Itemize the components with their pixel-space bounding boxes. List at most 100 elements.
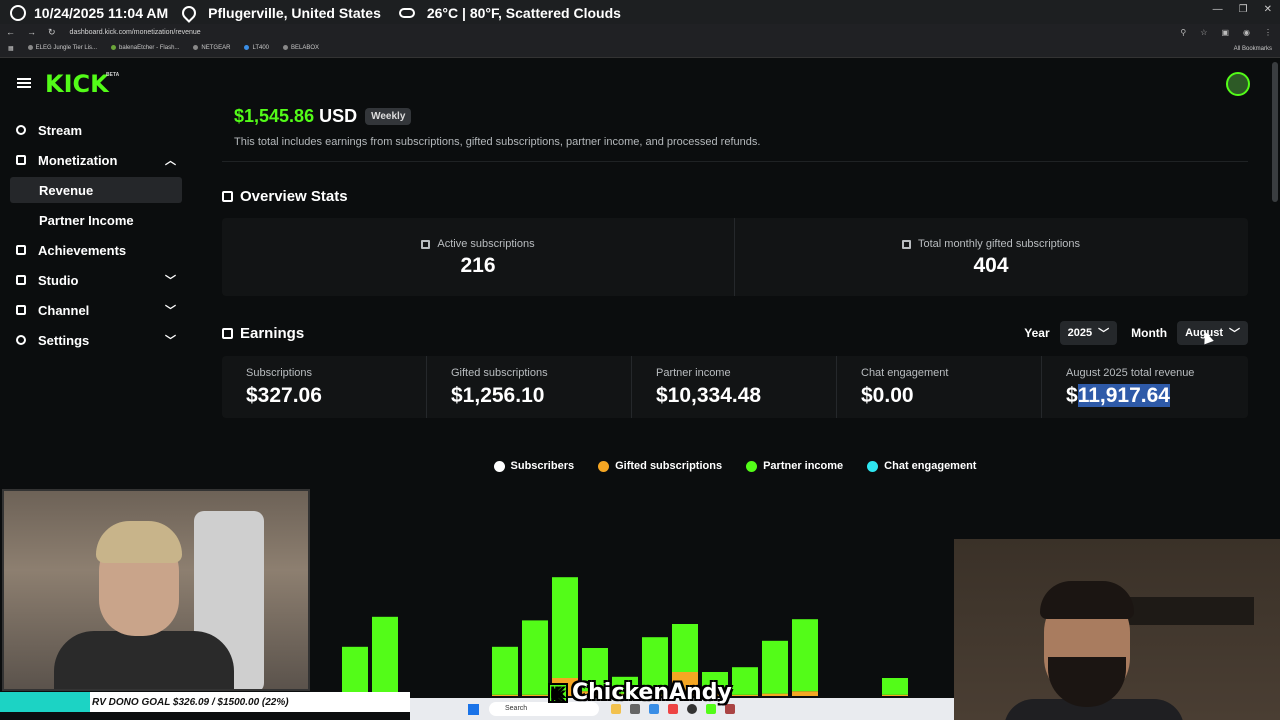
bar-segment-partner[interactable] [342, 646, 368, 693]
user-avatar[interactable] [1226, 72, 1250, 96]
all-bookmarks[interactable]: All Bookmarks [1234, 46, 1272, 52]
sidebar-item-partner-income[interactable]: Partner Income [10, 207, 182, 233]
site-header: KICK BETA [0, 58, 1280, 106]
kick-logo[interactable]: KICK [45, 70, 109, 98]
sidebar-item-revenue[interactable]: Revenue [10, 177, 182, 203]
zoom-icon[interactable]: ⚲ [1180, 28, 1186, 37]
app-icon[interactable] [725, 704, 735, 714]
legend-label: Gifted subscriptions [615, 460, 723, 472]
minimize-icon[interactable]: — [1213, 4, 1223, 15]
profile-icon[interactable]: ◉ [1243, 28, 1250, 37]
overview-title-text: Overview Stats [240, 188, 348, 205]
chevron-down-icon: ﹀ [165, 305, 176, 317]
app-icon[interactable] [706, 704, 716, 714]
window-controls: — ❐ ✕ [1213, 4, 1272, 15]
legend-item[interactable]: Chat engagement [867, 460, 976, 472]
chrome-icon[interactable] [687, 704, 697, 714]
bar-segment-partner[interactable] [732, 667, 758, 695]
windows-start-icon[interactable] [468, 703, 479, 715]
stat-label: Total monthly gifted subscriptions [917, 238, 1081, 250]
bookmark-item[interactable]: balenaEtcher - Flash... [111, 45, 179, 52]
bar-segment-partner[interactable] [672, 624, 698, 672]
legend-item[interactable]: Gifted subscriptions [598, 460, 722, 472]
bookmark-icon [111, 45, 117, 51]
bookmarks-bar: ▦ ELEG Jungle Tier Lis... balenaEtcher -… [0, 40, 1280, 58]
bookmark-icon [27, 45, 33, 51]
bar-segment-partner[interactable] [492, 646, 518, 695]
channel-icon [16, 305, 26, 315]
legend-label: Subscribers [510, 460, 575, 472]
weekly-total: $1,545.86 USD Weekly [234, 106, 412, 127]
stat-value: 216 [460, 254, 496, 277]
earnings-card-total: August 2025 total revenue $11,917.64 [1042, 356, 1247, 418]
stat-gifted-subscriptions: Total monthly gifted subscriptions 404 [735, 218, 1247, 296]
reload-icon[interactable]: ↻ [48, 27, 56, 38]
year-select[interactable]: 2025 ﹀ [1059, 321, 1118, 345]
app-icon[interactable] [668, 704, 678, 714]
donation-goal-bar: RV DONO GOAL $326.09 / $1500.00 (22%) [0, 692, 410, 712]
kick-k-icon: K [548, 682, 568, 704]
stat-icon [901, 239, 911, 249]
legend-item[interactable]: Subscribers [493, 460, 575, 472]
bar-segment-partner[interactable] [792, 619, 818, 692]
forward-icon[interactable]: → [27, 27, 36, 38]
total-currency: USD [319, 106, 358, 126]
star-icon[interactable]: ☆ [1200, 28, 1207, 37]
streamer-hair [96, 521, 182, 563]
clock-icon [10, 5, 26, 21]
sidebar-item-label: Achievements [38, 242, 127, 258]
bar-segment-partner[interactable] [552, 577, 578, 678]
extensions-icon[interactable]: ▣ [1221, 28, 1229, 37]
bar-segment-gifted[interactable] [762, 693, 788, 696]
bookmark-item[interactable]: LT400 [244, 45, 269, 52]
bar-segment-partner[interactable] [372, 616, 398, 695]
bar-segment-partner[interactable] [522, 620, 548, 695]
chevron-down-icon: ﹀ [1229, 328, 1240, 340]
period-badge: Weekly [365, 108, 412, 125]
bar-segment-gifted[interactable] [792, 691, 818, 696]
bar-segment-partner[interactable] [882, 678, 908, 695]
total-description: This total includes earnings from subscr… [234, 136, 761, 148]
sidebar-item-channel[interactable]: Channel ﹀ [10, 297, 182, 323]
menu-icon[interactable]: ⋮ [1264, 28, 1272, 37]
selected-text: 11,917.64 [1077, 384, 1170, 407]
bar-segment-gifted[interactable] [492, 694, 518, 696]
bar-segment-partner[interactable] [762, 640, 788, 694]
back-icon[interactable]: ← [6, 27, 15, 38]
apps-icon[interactable]: ▦ [8, 45, 14, 52]
sidebar-item-label: Stream [38, 122, 83, 138]
app-icon[interactable] [630, 704, 640, 714]
bookmark-item[interactable]: NETGEAR [193, 45, 230, 52]
sidebar-item-monetization[interactable]: Monetization ︿ [10, 147, 182, 173]
shelf [1114, 597, 1254, 625]
datetime-text: 10/24/2025 11:04 AM [34, 5, 169, 21]
maximize-icon[interactable]: ❐ [1239, 4, 1248, 15]
sidebar-item-stream[interactable]: Stream [10, 117, 182, 143]
earnings-cards: Subscriptions $327.06 Gifted subscriptio… [222, 356, 1248, 418]
earnings-value[interactable]: $11,917.64 [1066, 384, 1247, 408]
close-icon[interactable]: ✕ [1264, 4, 1272, 15]
location-item: Pflugerville, United States [168, 3, 381, 23]
bar-segment-gifted[interactable] [732, 694, 758, 696]
sidebar-item-label: Settings [38, 332, 90, 348]
earnings-filters: Year 2025 ﹀ Month August ﹀ [1024, 321, 1248, 345]
stream-icon [16, 125, 26, 135]
bookmark-item[interactable]: ELEG Jungle Tier Lis... [27, 45, 97, 52]
hamburger-menu-icon[interactable] [17, 78, 31, 88]
bookmark-item[interactable]: BELABOX [283, 45, 319, 52]
earnings-title: Earnings [222, 325, 304, 342]
page-scrollbar[interactable] [1272, 62, 1278, 202]
streamer-hair [1040, 581, 1134, 619]
bar-segment-gifted[interactable] [522, 694, 548, 696]
bar-segment-gifted[interactable] [882, 694, 908, 696]
app-icon[interactable] [649, 704, 659, 714]
legend-item[interactable]: Partner income [746, 460, 843, 472]
file-explorer-icon[interactable] [611, 704, 621, 714]
sidebar-item-settings[interactable]: Settings ﹀ [10, 327, 182, 353]
legend-swatch [493, 460, 505, 472]
sidebar-item-studio[interactable]: Studio ﹀ [10, 267, 182, 293]
earnings-value: $10,334.48 [656, 384, 762, 407]
month-select[interactable]: August ﹀ [1177, 321, 1248, 345]
sidebar-item-achievements[interactable]: Achievements [10, 237, 182, 263]
address-bar[interactable]: dashboard.kick.com/monetization/revenue [70, 29, 201, 36]
